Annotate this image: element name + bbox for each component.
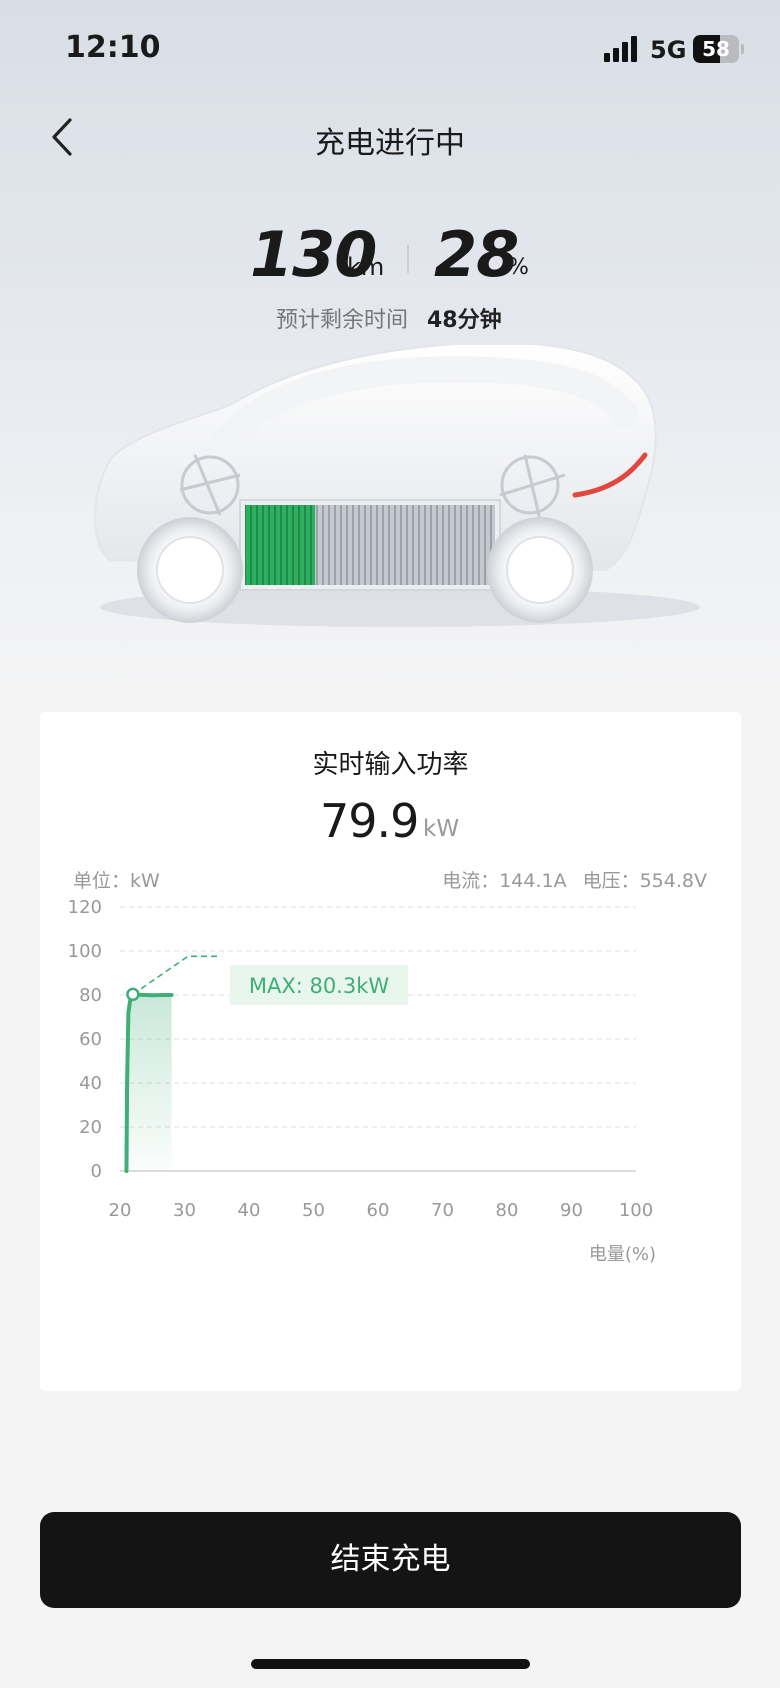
- y-tick-label: 60: [79, 1029, 102, 1050]
- power-area: [126, 994, 172, 1171]
- x-tick-label: 40: [238, 1200, 261, 1221]
- end-charge-button[interactable]: 结束充电: [40, 1512, 741, 1608]
- range-unit: km: [347, 253, 385, 281]
- y-tick-label: 0: [91, 1161, 102, 1182]
- max-label: MAX: 80.3kW: [249, 974, 390, 998]
- y-tick-label: 40: [79, 1073, 102, 1094]
- power-chart: 0 20 40 60 80 100 120 20 30 40 50 60 70 80 90 100 电量(%) M…: [68, 897, 656, 1265]
- state-of-charge-unit: %: [508, 255, 529, 280]
- y-tick-label: 120: [68, 897, 102, 918]
- remaining-time-value: 48分钟: [427, 308, 502, 333]
- battery-charged-cells: [245, 505, 315, 585]
- x-axis-label: 电量(%): [589, 1244, 656, 1265]
- max-point-marker: [126, 987, 140, 1002]
- car-battery-illustration: [94, 345, 700, 627]
- y-tick-label: 100: [68, 941, 102, 962]
- x-tick-label: 50: [302, 1200, 325, 1221]
- power-card: 实时输入功率 79.9 kW 单位：kW 电流：144.1A 电压：554.8V …: [40, 712, 741, 1391]
- network-type: 5G: [650, 36, 687, 64]
- battery-nub: [741, 44, 744, 54]
- home-indicator: [251, 1659, 530, 1669]
- y-tick-label: 20: [79, 1117, 102, 1138]
- page-title: 充电进行中: [315, 126, 465, 161]
- x-tick-label: 80: [496, 1200, 519, 1221]
- status-bar: 12:10 5G 58: [0, 0, 780, 100]
- x-tick-label: 70: [431, 1200, 454, 1221]
- remaining-time-label: 预计剩余时间: [276, 308, 409, 333]
- x-tick-label: 90: [560, 1200, 583, 1221]
- battery-icon: 58: [693, 35, 739, 63]
- status-time: 12:10: [65, 30, 161, 65]
- battery-pack: [239, 499, 501, 591]
- max-leader-line: [132, 955, 218, 995]
- x-tick-label: 100: [619, 1200, 653, 1221]
- x-tick-label: 30: [173, 1200, 196, 1221]
- battery-percentage: 58: [702, 37, 730, 61]
- state-of-charge-value: 28: [434, 218, 519, 291]
- cellular-signal-icon: [604, 36, 640, 62]
- x-tick-label: 60: [367, 1200, 390, 1221]
- x-tick-label: 20: [109, 1200, 132, 1221]
- summary-divider: [407, 245, 409, 273]
- y-tick-label: 80: [79, 985, 102, 1006]
